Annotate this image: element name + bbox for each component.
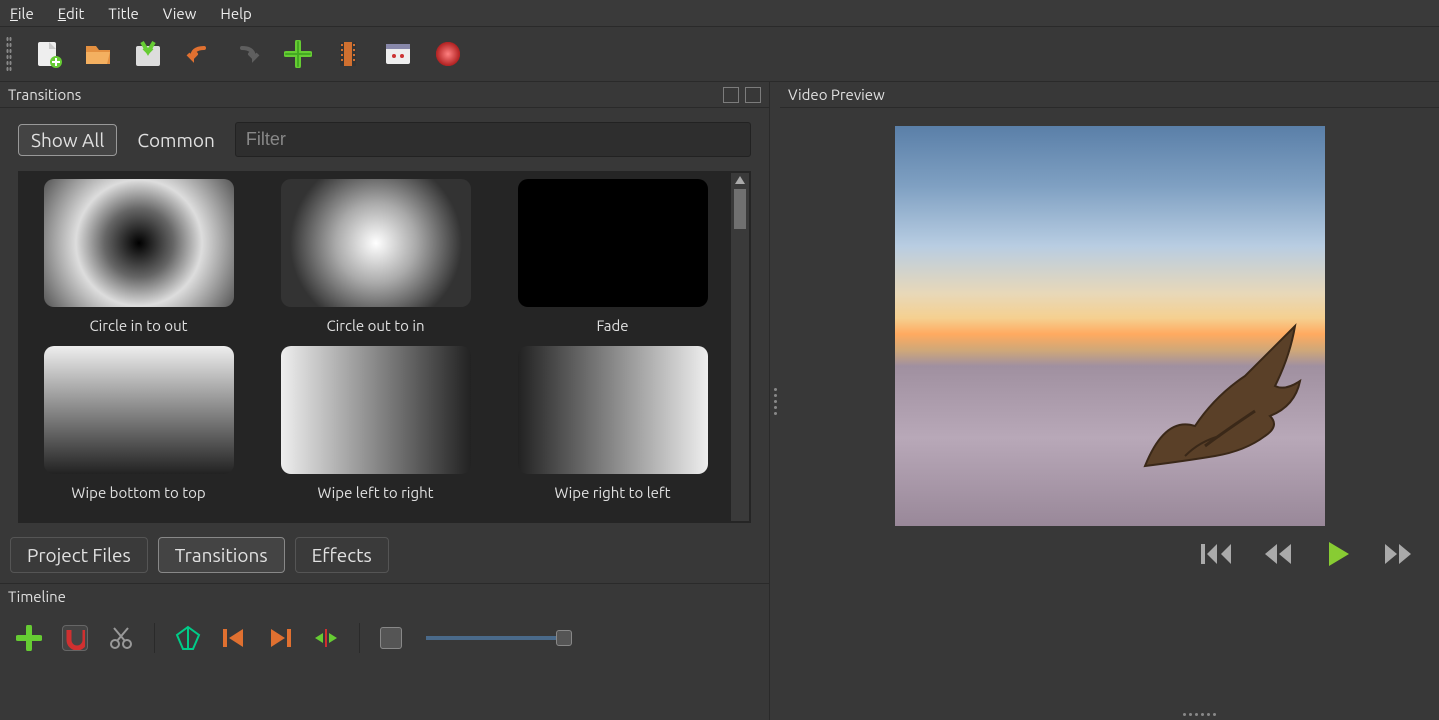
snapping-icon[interactable] [62,625,88,651]
export-icon[interactable] [434,40,462,68]
play-icon[interactable] [1325,540,1353,568]
zoom-icon[interactable] [380,627,402,649]
center-playhead-icon[interactable] [313,625,339,651]
transition-item[interactable]: Wipe right to left [500,346,725,501]
transition-thumb [281,179,471,307]
show-all-button[interactable]: Show All [18,124,117,156]
new-project-icon[interactable] [34,40,62,68]
gallery-scrollbar[interactable] [731,173,749,521]
transition-item[interactable]: Wipe bottom to top [26,346,251,501]
menu-file[interactable]: File [10,5,34,22]
preview-frame [895,126,1325,526]
transitions-toolbar: Show All Common [0,108,769,165]
transition-label: Fade [596,317,628,334]
playback-controls [780,540,1439,568]
transition-thumb [281,346,471,474]
add-track-icon[interactable] [16,625,42,651]
filter-input[interactable] [235,122,751,157]
transition-thumb [518,346,708,474]
transitions-gallery: Circle in to out Circle out to in Fade W… [20,173,731,521]
transitions-panel-title: Transitions [8,86,81,103]
import-icon[interactable] [284,40,312,68]
timeline-toolbar [0,609,769,667]
rewind-icon[interactable] [1263,542,1295,566]
undo-icon[interactable] [184,40,212,68]
common-button[interactable]: Common [129,129,223,151]
jump-start-icon[interactable] [1201,542,1233,566]
menu-title[interactable]: Title [108,5,138,22]
transition-thumb [518,179,708,307]
prev-marker-icon[interactable] [221,625,247,651]
tab-transitions[interactable]: Transitions [158,537,285,573]
preview-panel-title: Video Preview [788,86,885,103]
splitter-horizontal[interactable] [1003,713,1216,716]
transition-item[interactable]: Wipe left to right [263,346,488,501]
video-preview [780,108,1439,720]
fullscreen-icon[interactable] [384,40,412,68]
transition-label: Wipe bottom to top [71,484,205,501]
preview-panel-header: Video Preview [780,82,1439,108]
next-marker-icon[interactable] [267,625,293,651]
menu-view[interactable]: View [163,5,197,22]
left-pane: Transitions Show All Common Circle in to… [0,82,770,720]
save-project-icon[interactable] [134,40,162,68]
menu-edit[interactable]: Edit [58,5,85,22]
fast-forward-icon[interactable] [1383,542,1415,566]
transition-label: Circle out to in [326,317,424,334]
transition-label: Circle in to out [89,317,187,334]
open-project-icon[interactable] [84,40,112,68]
transition-label: Wipe right to left [554,484,670,501]
panel-undock-icon[interactable] [723,87,739,103]
transition-item[interactable]: Circle out to in [263,179,488,334]
splitter-vertical[interactable] [770,82,780,720]
profile-icon[interactable] [334,40,362,68]
transition-item[interactable]: Circle in to out [26,179,251,334]
timeline-panel-title: Timeline [0,583,769,609]
toolbar-grip[interactable] [6,36,12,72]
menubar: File Edit Title View Help [0,0,1439,26]
transition-label: Wipe left to right [317,484,433,501]
panel-tabs: Project Files Transitions Effects [0,533,769,583]
zoom-slider[interactable] [426,636,566,640]
transition-thumb [44,179,234,307]
marker-icon[interactable] [175,625,201,651]
transition-thumb [44,346,234,474]
menu-help[interactable]: Help [220,5,251,22]
tab-project-files[interactable]: Project Files [10,537,148,573]
main-toolbar [0,26,1439,82]
right-pane: Video Preview [780,82,1439,720]
transitions-panel-header: Transitions [0,82,769,108]
tab-effects[interactable]: Effects [295,537,389,573]
panel-close-icon[interactable] [745,87,761,103]
redo-icon[interactable] [234,40,262,68]
transition-item[interactable]: Fade [500,179,725,334]
razor-icon[interactable] [108,625,134,651]
